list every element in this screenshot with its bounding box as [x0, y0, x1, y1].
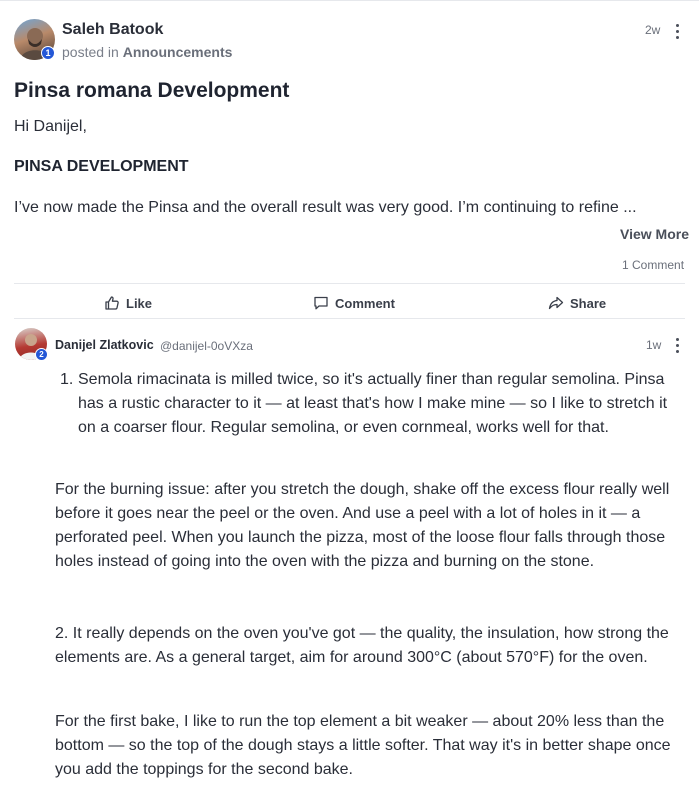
post-title: Pinsa romana Development	[14, 79, 290, 102]
posted-in-line: posted in Announcements	[62, 44, 232, 60]
post-excerpt: I’ve now made the Pinsa and the overall …	[14, 199, 637, 216]
share-button[interactable]: Share	[548, 295, 606, 311]
author-level-badge: 1	[41, 46, 55, 60]
post-more-options-icon[interactable]	[674, 24, 680, 39]
thumbs-up-icon	[105, 296, 119, 310]
comment-list-item: Semola rimacinata is milled twice, so it…	[78, 371, 668, 436]
posted-in-prefix: posted in	[62, 44, 119, 60]
top-border	[0, 0, 699, 1]
comment-button[interactable]: Comment	[313, 295, 395, 311]
comment-label: Comment	[335, 295, 395, 311]
comment-author-name[interactable]: Danijel Zlatkovic	[55, 338, 154, 352]
post-author-name[interactable]: Saleh Batook	[62, 21, 163, 39]
comment-paragraph: 2. It really depends on the oven you've …	[55, 625, 669, 666]
share-arrow-icon	[548, 296, 564, 310]
comment-author-avatar-wrap[interactable]: 2	[15, 328, 48, 361]
comment-bubble-icon	[314, 296, 328, 310]
comment-paragraph: For the burning issue: after you stretch…	[55, 481, 670, 570]
comment-paragraph: For the first bake, I like to run the to…	[55, 713, 671, 778]
comment-timestamp: 1w	[646, 338, 662, 352]
post-timestamp: 2w	[645, 23, 661, 37]
share-label: Share	[570, 295, 607, 311]
post-author-avatar-wrap[interactable]: 1	[14, 19, 55, 60]
list-number: 1.	[60, 371, 74, 388]
author-level-badge: 2	[35, 348, 48, 361]
post-section-heading: PINSA DEVELOPMENT	[14, 158, 189, 175]
divider	[14, 283, 685, 284]
comment-count[interactable]: 1 Comment	[622, 258, 684, 272]
comment-author-handle[interactable]: @danijel-0oVXza	[160, 339, 253, 353]
comment-more-options-icon[interactable]	[674, 338, 680, 353]
post-greeting: Hi Danijel,	[14, 118, 87, 135]
view-more-link[interactable]: View More	[620, 226, 689, 242]
like-label: Like	[126, 295, 153, 311]
category-link[interactable]: Announcements	[123, 44, 233, 60]
divider	[14, 318, 685, 319]
like-button[interactable]: Like	[104, 295, 152, 311]
